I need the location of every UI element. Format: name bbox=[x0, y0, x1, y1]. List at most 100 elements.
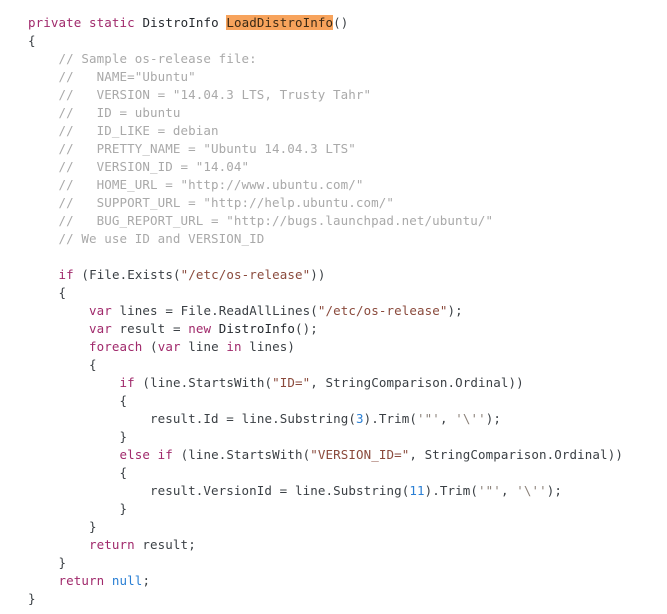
code-line[interactable]: // Sample os-release file: bbox=[28, 50, 667, 68]
code-line[interactable]: // ID = ubuntu bbox=[28, 104, 667, 122]
code-comment: // VERSION = "14.04.3 LTS, Trusty Tahr" bbox=[58, 87, 372, 102]
code-line[interactable]: // HOME_URL = "http://www.ubuntu.com/" bbox=[28, 176, 667, 194]
code-token: , bbox=[500, 483, 509, 498]
code-line[interactable]: // We use ID and VERSION_ID bbox=[28, 230, 667, 248]
code-line[interactable]: // PRETTY_NAME = "Ubuntu 14.04.3 LTS" bbox=[28, 140, 667, 158]
code-line[interactable]: // NAME="Ubuntu" bbox=[28, 68, 667, 86]
code-token: ( bbox=[409, 411, 418, 426]
code-token: ( bbox=[150, 339, 158, 354]
code-identifier: Trim bbox=[439, 483, 471, 498]
code-line[interactable]: // BUG_REPORT_URL = "http://bugs.launchp… bbox=[28, 212, 667, 230]
code-token: } bbox=[89, 519, 97, 534]
code-comment: // PRETTY_NAME = "Ubuntu 14.04.3 LTS" bbox=[58, 141, 356, 156]
code-token: , bbox=[409, 447, 418, 462]
code-comment: // HOME_URL = "http://www.ubuntu.com/" bbox=[58, 177, 364, 192]
code-keyword: var bbox=[89, 303, 112, 318]
code-number: null bbox=[111, 573, 143, 588]
code-line[interactable]: // VERSION = "14.04.3 LTS, Trusty Tahr" bbox=[28, 86, 667, 104]
code-keyword: return bbox=[89, 537, 135, 552]
code-token: ( bbox=[172, 267, 181, 282]
code-line[interactable]: } bbox=[28, 518, 667, 536]
code-number: 3 bbox=[355, 411, 364, 426]
code-line[interactable]: var lines = File.ReadAllLines("/etc/os-r… bbox=[28, 302, 667, 320]
code-line[interactable]: return result; bbox=[28, 536, 667, 554]
code-token: { bbox=[89, 357, 97, 372]
code-line[interactable]: } bbox=[28, 428, 667, 446]
code-line[interactable]: else if (line.StartsWith("VERSION_ID=", … bbox=[28, 446, 667, 464]
code-comment: // VERSION_ID = "14.04" bbox=[58, 159, 250, 174]
code-keyword: if bbox=[157, 447, 173, 462]
code-keyword: static bbox=[89, 15, 135, 30]
code-line[interactable]: var result = new DistroInfo(); bbox=[28, 320, 667, 338]
code-keyword: var bbox=[157, 339, 181, 354]
code-line[interactable]: { bbox=[28, 284, 667, 302]
code-line[interactable]: if (line.StartsWith("ID=", StringCompari… bbox=[28, 374, 667, 392]
code-editor-viewport[interactable]: private static DistroInfo LoadDistroInfo… bbox=[0, 0, 667, 608]
code-line[interactable]: { bbox=[28, 32, 667, 50]
code-token: ). bbox=[424, 483, 440, 498]
code-number: 11 bbox=[409, 483, 425, 498]
code-line[interactable]: private static DistroInfo LoadDistroInfo… bbox=[28, 14, 667, 32]
code-token: )) bbox=[508, 375, 524, 390]
code-line[interactable]: // ID_LIKE = debian bbox=[28, 122, 667, 140]
code-line[interactable]: // SUPPORT_URL = "http://help.ubuntu.com… bbox=[28, 194, 667, 212]
code-line[interactable]: result.Id = line.Substring(3).Trim('"', … bbox=[28, 410, 667, 428]
code-identifier: line.Substring bbox=[241, 411, 349, 426]
code-line[interactable]: } bbox=[28, 554, 667, 572]
code-token: ) bbox=[287, 339, 296, 354]
code-line[interactable]: result.VersionId = line.Substring(11).Tr… bbox=[28, 482, 667, 500]
code-line[interactable]: foreach (var line in lines) bbox=[28, 338, 667, 356]
code-line[interactable] bbox=[28, 248, 667, 266]
code-token: ( bbox=[142, 375, 151, 390]
code-line[interactable]: { bbox=[28, 464, 667, 482]
code-token: ); bbox=[447, 303, 463, 318]
code-keyword: if bbox=[58, 267, 74, 282]
code-line[interactable]: return null; bbox=[28, 572, 667, 590]
code-keyword: return bbox=[58, 573, 105, 588]
code-line[interactable]: } bbox=[28, 590, 667, 608]
code-keyword: var bbox=[89, 321, 112, 336]
code-comment: // We use ID and VERSION_ID bbox=[58, 231, 265, 246]
code-line[interactable]: { bbox=[28, 356, 667, 374]
code-identifier: result.Id bbox=[150, 411, 219, 426]
code-line[interactable]: // VERSION_ID = "14.04" bbox=[28, 158, 667, 176]
code-char-literal: '\'' bbox=[455, 411, 486, 426]
code-line[interactable]: } bbox=[28, 500, 667, 518]
code-token: )) bbox=[310, 267, 326, 282]
code-comment: // ID_LIKE = debian bbox=[58, 123, 219, 138]
code-token: ( bbox=[264, 375, 273, 390]
code-identifier: Trim bbox=[378, 411, 410, 426]
code-line[interactable]: if (File.Exists("/etc/os-release")) bbox=[28, 266, 667, 284]
code-token: ( bbox=[81, 267, 90, 282]
code-char-literal: '"' bbox=[417, 411, 440, 426]
code-identifier: File.ReadAllLines bbox=[180, 303, 311, 318]
code-string: "/etc/os-release" bbox=[317, 303, 448, 318]
code-line[interactable]: { bbox=[28, 392, 667, 410]
code-identifier: lines bbox=[249, 339, 288, 354]
code-token: } bbox=[119, 429, 128, 444]
code-identifier: result bbox=[142, 537, 189, 552]
